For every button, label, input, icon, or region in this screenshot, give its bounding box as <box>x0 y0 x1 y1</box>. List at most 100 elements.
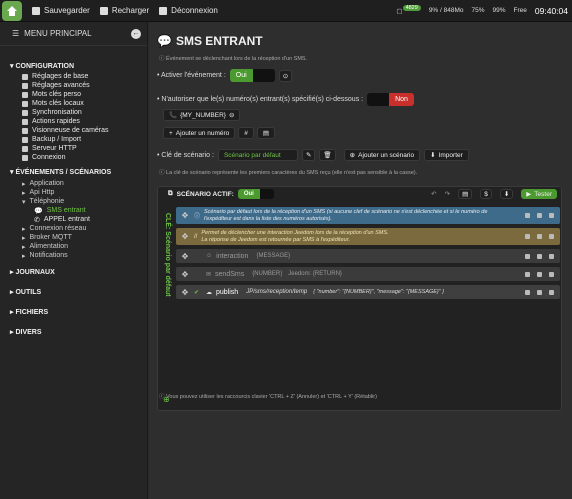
save-scenario-button[interactable]: ▤ <box>458 189 473 199</box>
sms-icon: 💬 <box>34 207 43 215</box>
variables-button[interactable]: $ <box>480 189 492 199</box>
phone-icon: ✆ <box>34 216 40 224</box>
clock: 09:40:04 <box>534 5 568 16</box>
sidebar-item-application[interactable]: ▸ Application <box>22 179 147 188</box>
sidebar-item-advanced-settings[interactable]: Réglages avancés <box>22 81 147 90</box>
sidebar: ☰ MENU PRINCIPAL ← ▾ CONFIGURATION Régla… <box>0 22 148 499</box>
edit-icon <box>525 234 530 239</box>
info-icon: ⓘ <box>194 214 201 220</box>
cloud-icon: ☁ <box>206 289 212 296</box>
import-button[interactable]: ⬇ Importer <box>424 149 469 161</box>
backup-icon <box>22 136 28 143</box>
activate-toggle[interactable]: Oui <box>229 69 275 82</box>
settings-icon <box>549 234 554 239</box>
add-number-button[interactable]: + Ajouter un numéro <box>163 127 236 139</box>
restrict-toggle[interactable]: Non <box>367 93 414 106</box>
section-journals[interactable]: ▸ JOURNAUX <box>0 268 147 276</box>
reload-icon <box>99 6 108 15</box>
sidebar-item-cameras[interactable]: Visionneuse de caméras <box>22 126 147 135</box>
sidebar-item-network[interactable]: ▸ Connexion réseau <box>22 224 147 233</box>
scenario-editor: ⧉ SCÉNARIO ACTIF: Oui ↶ ↷ ▤ $ ⬇ ▶ Tester … <box>157 186 562 411</box>
section-tools[interactable]: ▸ OUTILS <box>0 288 147 296</box>
section-events[interactable]: ▾ ÉVÉNEMENTS / SCÉNARIOS <box>0 168 147 176</box>
link-icon <box>22 154 28 161</box>
scenario-key-select[interactable]: Scénario par défaut <box>217 149 298 161</box>
settings-icon <box>549 289 554 295</box>
sidebar-item-telephony[interactable]: ▾ Téléphonie <box>22 197 147 206</box>
scenario-active-toggle[interactable]: Oui <box>237 189 274 199</box>
export-button[interactable]: ⬇ <box>499 189 514 199</box>
collapse-icon[interactable]: ← <box>131 28 141 39</box>
info-button[interactable]: ⊙ <box>278 69 293 82</box>
settings-icon <box>549 253 554 259</box>
delete-icon <box>537 234 542 239</box>
delete-icon <box>537 213 542 218</box>
number-chip[interactable]: 📞 {MY_NUMBER} ⊖ <box>163 109 241 121</box>
section-files[interactable]: ▸ FICHIERS <box>0 308 147 316</box>
hash-button[interactable]: # <box>238 127 254 139</box>
sidebar-item-notifications[interactable]: ▸ Notifications <box>22 251 147 260</box>
sidebar-item-basic-settings[interactable]: Réglages de base <box>22 72 147 81</box>
number-actions: + Ajouter un numéro # ▤ <box>163 127 276 139</box>
menu-icon[interactable]: ☰ <box>12 29 19 38</box>
save-button[interactable]: Sauvegarder <box>32 6 90 15</box>
menu-header: ☰ MENU PRINCIPAL ← <box>0 22 147 46</box>
phone-icon: 📞 <box>169 112 178 119</box>
jeedom-logo-icon[interactable] <box>2 0 22 21</box>
sidebar-item-quick-actions[interactable]: Actions rapides <box>22 117 147 126</box>
contacts-button[interactable]: ▤ <box>256 127 276 139</box>
edit-icon <box>525 213 530 218</box>
logout-icon <box>159 6 168 15</box>
sms-icon: 💬 <box>157 34 172 48</box>
sms-icon: ✉ <box>206 271 212 278</box>
section-configuration[interactable]: ▾ CONFIGURATION <box>0 62 147 70</box>
camera-icon <box>22 127 28 134</box>
delete-icon <box>537 253 542 259</box>
sidebar-item-sync[interactable]: Synchronisation <box>22 108 147 117</box>
paw-icon <box>22 145 28 152</box>
sidebar-item-api-http[interactable]: ▸ Api Http <box>22 188 147 197</box>
reload-button[interactable]: Recharger <box>99 6 149 15</box>
sidebar-item-http-server[interactable]: Serveur HTTP <box>22 144 147 153</box>
sidebar-item-connection[interactable]: Connexion <box>22 153 147 162</box>
page-subtitle: ⓘ Événement se déclenchant lors de la ré… <box>159 56 308 62</box>
save-icon <box>32 6 40 15</box>
settings-icon <box>549 271 554 277</box>
block-publish[interactable]: ✥ ✔ ☁ publish JP/sms/reception/temp{ "numbe… <box>176 285 560 299</box>
block-info-default[interactable]: ✥ ⓘ Scénario par défaut lors de la récept… <box>176 207 560 224</box>
section-misc[interactable]: ▸ DIVERS <box>0 328 147 336</box>
sidebar-item-sms-in[interactable]: 💬 SMS entrant <box>22 206 147 215</box>
wifi-status: 75% <box>471 7 485 14</box>
activate-row: • Activer l'événement : Oui ⊙ <box>157 69 293 82</box>
delete-icon <box>537 271 542 277</box>
scenario-key-row: • Clé de scénario : Scénario par défaut … <box>157 149 469 161</box>
block-comment[interactable]: ✥// Permet de déclencher une interaction… <box>176 228 560 245</box>
check-icon: ✔ <box>194 289 200 296</box>
sidebar-item-local-keywords[interactable]: Mots clés locaux <box>22 99 147 108</box>
block-interaction[interactable]: ✥ ☺ interaction {MESSAGE} <box>176 249 560 263</box>
notifications-icon[interactable]: ▢ 4829 <box>396 4 421 15</box>
drag-handle-icon: ✥ <box>181 232 189 241</box>
hash-icon <box>22 100 28 107</box>
add-scenario-button[interactable]: ⊕ Ajouter un scénario <box>343 149 421 161</box>
bolt-icon <box>22 118 28 125</box>
sidebar-item-backup[interactable]: Backup / Import <box>22 135 147 144</box>
delete-key-button[interactable]: 🗑 <box>319 149 336 161</box>
test-button[interactable]: ▶ Tester <box>521 189 557 199</box>
edit-key-button[interactable]: ✎ <box>301 149 316 161</box>
hash-icon <box>22 91 28 98</box>
battery-status: 99% <box>492 7 506 14</box>
delete-icon <box>537 289 542 295</box>
block-send-sms[interactable]: ✥ ✉ sendSms {NUMBER} Jeedom: {RETURN} <box>176 267 560 281</box>
undo-icon[interactable]: ↶ <box>431 190 436 198</box>
edit-icon <box>525 289 530 295</box>
redo-icon[interactable]: ↷ <box>445 190 450 198</box>
logout-button[interactable]: Déconnexion <box>159 6 218 15</box>
memory-status: 9% / 848Mo <box>428 7 464 14</box>
sidebar-item-power[interactable]: ▸ Alimentation <box>22 242 147 251</box>
robot-icon: ☺ <box>206 253 213 259</box>
sidebar-item-call-in[interactable]: ✆ APPEL entrant <box>22 215 147 224</box>
gear-icon <box>22 73 28 80</box>
sidebar-item-custom-keywords[interactable]: Mots clés perso <box>22 90 147 99</box>
sidebar-item-mqtt[interactable]: ▸ Broker MQTT <box>22 233 147 242</box>
